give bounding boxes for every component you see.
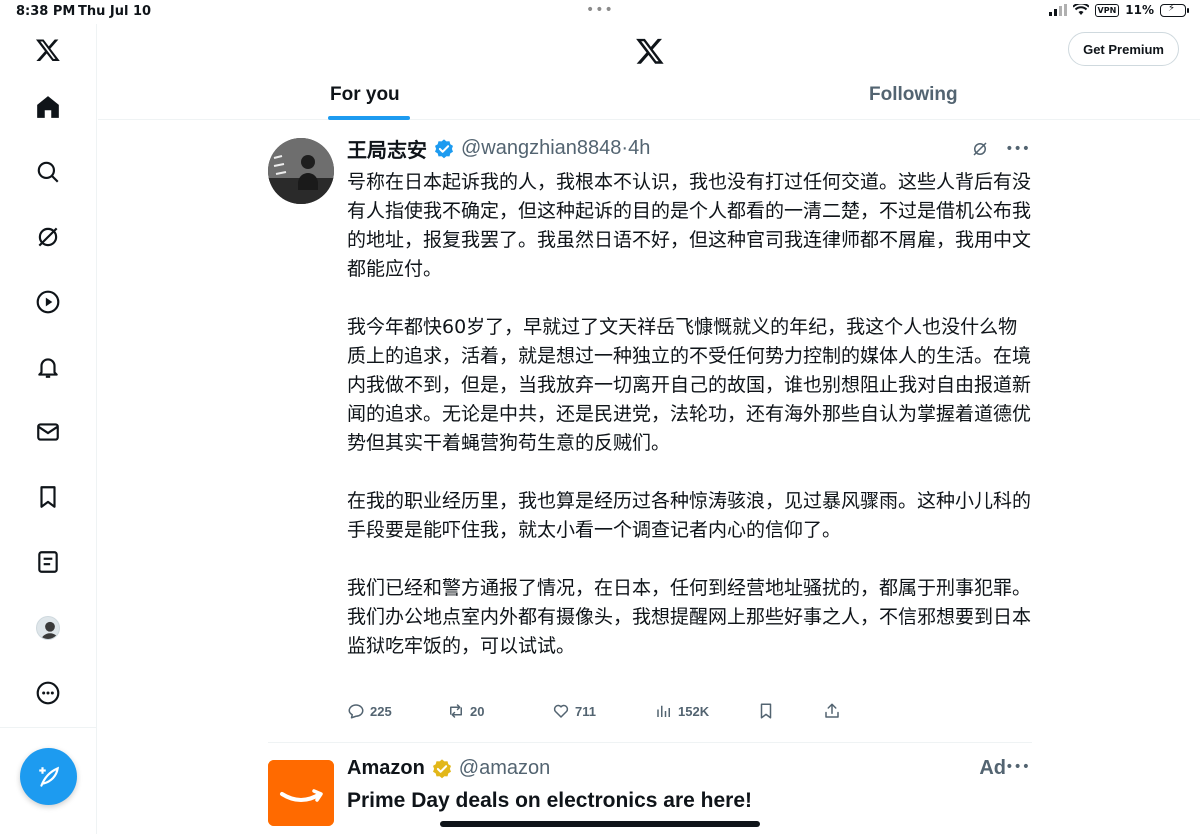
- compose-feather-icon: [38, 766, 59, 787]
- tweet-top-actions: •••: [971, 140, 1030, 158]
- tweet-author-name[interactable]: 王局志安: [347, 134, 427, 163]
- bookmarks-icon[interactable]: [32, 481, 64, 513]
- reply-button[interactable]: 225: [347, 702, 392, 720]
- battery-icon: ⚡: [1160, 3, 1189, 17]
- bookmark-button[interactable]: [757, 702, 775, 720]
- status-bar: 8:38 PM Thu Jul 10 ••• VPN 11% ⚡: [0, 0, 1200, 24]
- tweet-time[interactable]: ·4h: [621, 137, 650, 160]
- ad-more-icon[interactable]: •••: [1005, 759, 1030, 775]
- ad-author-handle[interactable]: @amazon: [459, 757, 550, 780]
- retweet-icon: [450, 704, 462, 718]
- reply-count: 225: [370, 703, 392, 719]
- timeline-header: Get Premium For you Following: [98, 24, 1200, 120]
- tweet-paragraph: 在我的职业经历里，我也算是经历过各种惊涛骇浪，见过暴风骤雨。这种小儿科的手段要是…: [347, 490, 1032, 541]
- amazon-logo-avatar[interactable]: [268, 760, 334, 826]
- more-icon[interactable]: [32, 677, 64, 709]
- lists-icon[interactable]: [32, 546, 64, 578]
- gold-verified-badge-icon: [432, 758, 451, 778]
- profile-avatar[interactable]: [32, 612, 64, 644]
- status-time: 8:38 PM: [16, 4, 76, 19]
- views-count: 152K: [678, 703, 710, 719]
- tweet-more-icon[interactable]: •••: [1005, 141, 1030, 157]
- heart-icon: [553, 704, 569, 718]
- home-indicator[interactable]: [440, 821, 760, 827]
- retweet-count: 20: [470, 703, 485, 719]
- sidebar: [0, 24, 97, 834]
- tweet-divider: [268, 742, 1032, 743]
- ad-label: Ad: [979, 757, 1006, 779]
- tweet-author-avatar[interactable]: [268, 138, 334, 204]
- tweet-paragraph: 我们已经和警方通报了情况，在日本，任何到经营地址骚扰的，都属于刑事犯罪。我们办公…: [347, 577, 1032, 657]
- x-logo-icon[interactable]: [635, 36, 665, 66]
- views-button[interactable]: 152K: [655, 702, 709, 720]
- video-icon[interactable]: [32, 286, 64, 318]
- grok-icon[interactable]: [971, 140, 989, 158]
- wifi-icon: [1072, 4, 1089, 15]
- notifications-icon[interactable]: [32, 351, 64, 383]
- share-button[interactable]: [823, 702, 841, 720]
- ad-author-name[interactable]: Amazon: [347, 757, 425, 780]
- x-logo-icon[interactable]: [32, 34, 64, 66]
- tweet-actions: 225 20 711 152K: [347, 702, 842, 726]
- retweet-button[interactable]: 20: [447, 702, 484, 720]
- battery-percent: 11%: [1125, 3, 1154, 17]
- grok-icon[interactable]: [32, 221, 64, 253]
- tweet-paragraph: 号称在日本起诉我的人，我根本不认识，我也没有打过任何交道。这些人背后有没有人指使…: [347, 171, 1032, 280]
- ad-author[interactable]: Amazon @amazon: [347, 757, 550, 780]
- reply-icon: [348, 704, 364, 719]
- cellular-signal-icon: [1048, 4, 1067, 16]
- tab-for-you[interactable]: For you: [330, 84, 400, 106]
- like-button[interactable]: 711: [552, 702, 596, 720]
- vpn-badge: VPN: [1094, 3, 1120, 17]
- tab-following[interactable]: Following: [869, 84, 958, 106]
- active-tab-indicator: [328, 116, 410, 120]
- tweet-author[interactable]: 王局志安 @wangzhian8848 ·4h: [347, 134, 650, 163]
- messages-icon[interactable]: [32, 416, 64, 448]
- home-icon[interactable]: [32, 91, 64, 123]
- bookmark-icon: [760, 703, 772, 719]
- get-premium-button[interactable]: Get Premium: [1068, 32, 1179, 66]
- tweet-text: 号称在日本起诉我的人，我根本不认识，我也没有打过任何交道。这些人背后有没有人指使…: [347, 168, 1032, 661]
- tweet-author-handle[interactable]: @wangzhian8848: [461, 137, 621, 160]
- multitasking-dots-icon[interactable]: •••: [586, 2, 614, 18]
- search-icon[interactable]: [32, 156, 64, 188]
- compose-button[interactable]: [20, 748, 77, 805]
- verified-badge-icon: [435, 138, 453, 158]
- like-count: 711: [575, 703, 596, 719]
- sidebar-divider: [0, 727, 97, 728]
- ad-text: Prime Day deals on electronics are here!: [347, 789, 753, 812]
- tweet-paragraph: 我今年都快60岁了，早就过了文天祥岳飞慷慨就义的年纪，我这个人也没什么物质上的追…: [347, 316, 1032, 454]
- share-icon: [825, 703, 839, 718]
- status-right-group: VPN 11% ⚡: [1048, 3, 1189, 17]
- status-date: Thu Jul 10: [78, 4, 152, 19]
- views-chart-icon: [657, 705, 670, 717]
